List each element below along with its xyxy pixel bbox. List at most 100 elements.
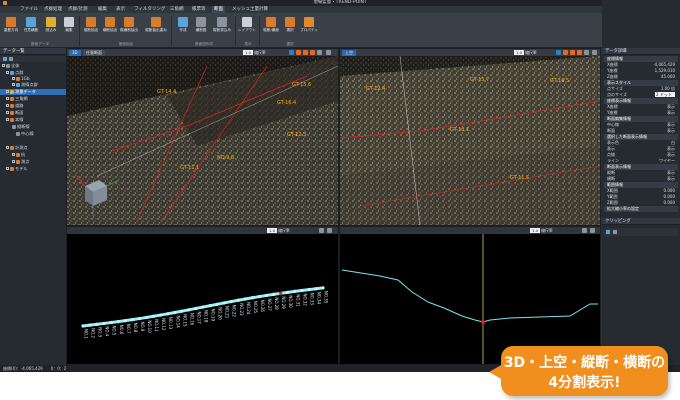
tree-item-model[interactable]: モデル <box>0 166 28 172</box>
ribbon-select-button[interactable]: 選択 <box>281 15 299 41</box>
station-point[interactable] <box>130 318 135 322</box>
station-point[interactable] <box>215 302 219 306</box>
station-point[interactable] <box>321 286 325 290</box>
add-icon[interactable] <box>606 230 610 234</box>
ribbon-cross-extract-button[interactable]: 横断抽出 <box>101 15 119 41</box>
checkbox[interactable] <box>6 146 9 150</box>
checkbox[interactable] <box>6 118 9 122</box>
tree-item-section[interactable]: 断面 <box>0 110 23 116</box>
ribbon-create-button[interactable]: 作成 <box>174 15 192 41</box>
tree-item-all[interactable]: 全体 <box>0 63 19 69</box>
menu-pointcloud[interactable]: 点群処理 <box>42 6 64 13</box>
ribbon-layout-button[interactable]: レイアウト <box>238 15 256 41</box>
close-view-icon[interactable] <box>327 228 332 233</box>
station-point[interactable] <box>109 320 113 325</box>
ribbon-load-button[interactable]: 読込み <box>42 15 60 41</box>
view-3d[interactable]: 3D 任意断面 1.0 縮尺率 GT-14.4 GT-15.6 GT-12.3 … <box>66 48 339 226</box>
tree-item-mainline[interactable]: 本線 <box>0 117 23 123</box>
menu-tin[interactable]: 三角網 <box>168 6 186 13</box>
ribbon-overlay-direction-button[interactable]: 重畳方向 <box>2 15 20 41</box>
station-point[interactable] <box>151 314 156 318</box>
station-point[interactable] <box>279 291 283 295</box>
station-point[interactable] <box>257 294 262 299</box>
zoom-input[interactable]: 1.0 <box>530 228 541 233</box>
tree-item-measure-points[interactable]: 計測点 <box>0 145 28 151</box>
ribbon-properties-button[interactable]: プロパティ <box>300 15 318 41</box>
zoom-icon[interactable] <box>577 50 582 55</box>
station-point[interactable] <box>102 321 106 326</box>
checkbox[interactable] <box>12 77 15 81</box>
ribbon-arbitrary-cross-button[interactable]: 任意横断 <box>22 15 40 41</box>
checkbox[interactable] <box>12 153 15 157</box>
tree-item-survey-cloud[interactable]: 測線点群 <box>0 82 38 88</box>
checkbox[interactable] <box>6 167 9 171</box>
station-point[interactable] <box>95 322 99 326</box>
menu-report[interactable]: 帳票等 <box>190 6 208 13</box>
view-mode-icon[interactable] <box>289 50 294 55</box>
station-point[interactable] <box>116 319 120 324</box>
collapse-icon[interactable] <box>9 57 13 61</box>
ribbon-both-extract-button[interactable]: 縦横断抽出 <box>120 15 138 41</box>
tree-item-tin[interactable]: 三角網 <box>0 96 28 102</box>
station-point[interactable] <box>144 315 149 320</box>
pan-icon[interactable] <box>570 50 575 55</box>
station-point[interactable] <box>250 296 255 300</box>
settings-icon[interactable] <box>582 228 587 233</box>
station-point[interactable] <box>81 324 85 328</box>
station-point[interactable] <box>159 313 163 317</box>
checkbox[interactable] <box>6 97 9 101</box>
station-point[interactable] <box>123 319 127 323</box>
settings-icon[interactable] <box>319 228 324 233</box>
rotate-icon[interactable] <box>563 50 568 55</box>
tree-item-centerline[interactable]: 中心線 <box>0 131 34 137</box>
close-view-icon[interactable] <box>326 50 331 55</box>
station-point[interactable] <box>201 305 205 309</box>
menu-file[interactable]: ファイル <box>18 6 40 13</box>
checkbox[interactable] <box>6 71 9 75</box>
close-view-icon[interactable] <box>590 228 595 233</box>
ribbon-cross-drawing-button[interactable]: 横断図 <box>192 15 210 41</box>
menu-mesh-volume[interactable]: メッシュ土量計算 <box>230 6 270 13</box>
checkbox[interactable] <box>6 90 9 94</box>
station-point[interactable] <box>180 309 184 313</box>
station-point[interactable] <box>229 299 233 304</box>
fit-icon[interactable] <box>317 50 322 55</box>
station-point[interactable] <box>314 287 318 291</box>
ribbon-longitudinal-overlay-button[interactable]: 縦断抽出重ね <box>143 15 169 41</box>
station-point[interactable] <box>271 292 276 296</box>
checkbox[interactable] <box>6 104 9 108</box>
checkbox[interactable] <box>2 64 5 68</box>
menu-edit[interactable]: 編集 <box>96 6 109 13</box>
view-top[interactable]: 上空 1.0 縮尺率 GT-12.4 GT-15.7 GT-13.1 GT-11… <box>339 48 601 226</box>
station-point[interactable] <box>137 316 142 321</box>
expand-icon[interactable] <box>3 57 7 61</box>
zoom-input[interactable]: 1.0 <box>243 50 254 55</box>
station-point[interactable] <box>222 301 226 305</box>
fit-icon[interactable] <box>584 50 589 55</box>
station-point[interactable] <box>173 310 177 315</box>
station-point[interactable] <box>243 297 247 301</box>
station-point[interactable] <box>208 304 212 308</box>
ribbon-longitudinal-write-button[interactable]: 縦断書込み <box>211 15 233 41</box>
menu-section[interactable]: 断面 <box>212 6 225 13</box>
station-point[interactable] <box>300 288 304 293</box>
checkbox[interactable] <box>12 160 15 164</box>
menu-filtering[interactable]: フィルタリング <box>132 6 167 13</box>
station-point[interactable] <box>307 287 311 292</box>
menu-measure[interactable]: 点群/計測 <box>66 6 90 13</box>
station-point[interactable] <box>293 289 297 293</box>
ribbon-longitudinal-extract-button[interactable]: 縦断抽出 <box>82 15 100 41</box>
station-point[interactable] <box>236 298 240 302</box>
station-point[interactable] <box>166 312 170 316</box>
tree-item-longitudinal[interactable]: 縦断線 <box>0 124 30 130</box>
menu-view[interactable]: 表示 <box>114 6 127 13</box>
pan-icon[interactable] <box>303 50 308 55</box>
station-point[interactable] <box>88 323 92 327</box>
close-view-icon[interactable] <box>592 50 597 55</box>
tree-item-road[interactable]: 道路 <box>0 103 23 109</box>
zoom-input[interactable]: 1.0 <box>267 228 278 233</box>
view-longitudinal[interactable]: 1.0 縮尺率 中心線（横断番号：NO.29） |◁ ▷| NO.1NO.2NO… <box>66 226 339 365</box>
tree-item-survey-data[interactable]: 測量データ <box>0 89 66 95</box>
remove-icon[interactable] <box>613 230 617 234</box>
rotate-icon[interactable] <box>296 50 301 55</box>
